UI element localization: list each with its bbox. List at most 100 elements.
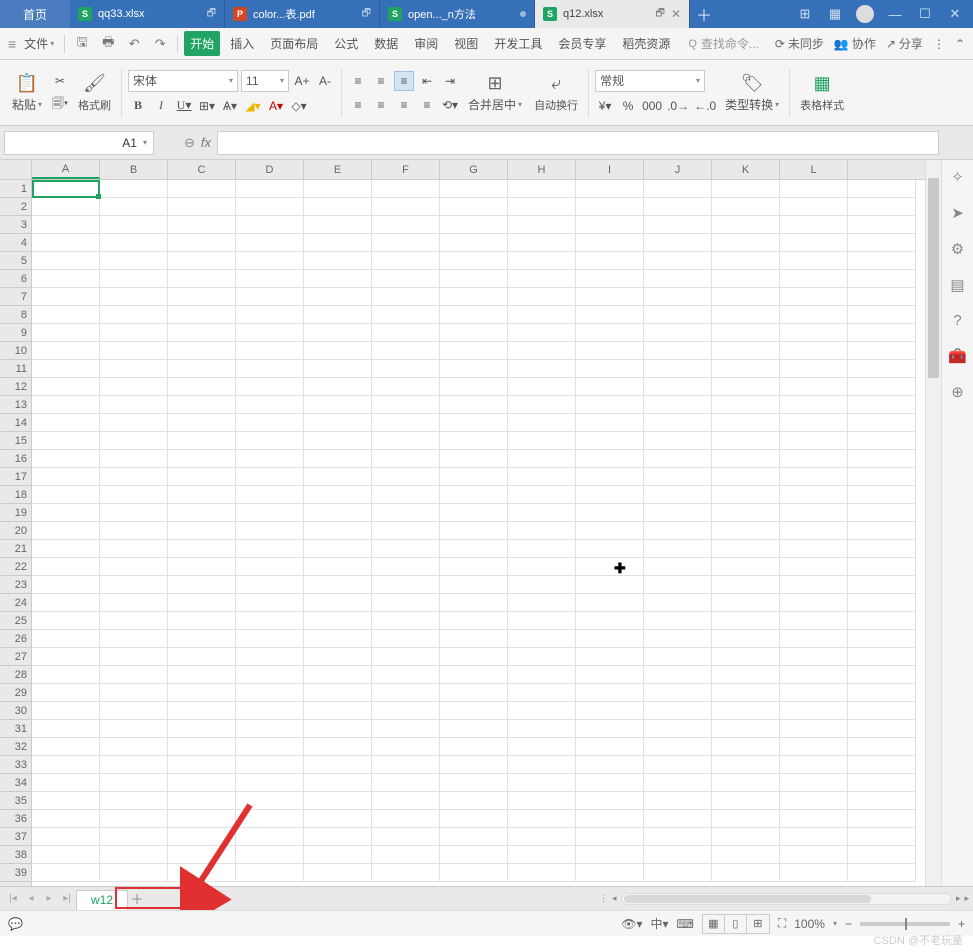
cell[interactable]: [32, 828, 100, 846]
row-header[interactable]: 14: [0, 414, 31, 432]
cell[interactable]: [236, 648, 304, 666]
cell[interactable]: [780, 414, 848, 432]
reading-mode-icon[interactable]: 👁▾: [621, 917, 642, 931]
cell[interactable]: [644, 612, 712, 630]
col-header-L[interactable]: L: [780, 160, 848, 179]
cell[interactable]: [576, 792, 644, 810]
cell[interactable]: [712, 468, 780, 486]
cell[interactable]: [712, 846, 780, 864]
add-sheet-button[interactable]: ＋: [128, 889, 146, 908]
cell[interactable]: [168, 432, 236, 450]
cell[interactable]: [644, 486, 712, 504]
cell[interactable]: [168, 450, 236, 468]
cell[interactable]: [372, 558, 440, 576]
row-header[interactable]: 38: [0, 846, 31, 864]
save-icon[interactable]: 🖫: [71, 33, 93, 55]
percent-icon[interactable]: %: [618, 96, 638, 116]
cell[interactable]: [780, 594, 848, 612]
cell[interactable]: [304, 522, 372, 540]
horizontal-scrollbar[interactable]: ⋮◂ ▸▸: [599, 893, 969, 905]
cell[interactable]: [644, 846, 712, 864]
cell[interactable]: [712, 342, 780, 360]
cell[interactable]: [644, 576, 712, 594]
paste-group[interactable]: 📋 粘贴▾: [8, 72, 46, 113]
cell[interactable]: [168, 738, 236, 756]
cell[interactable]: [508, 216, 576, 234]
cell[interactable]: [304, 306, 372, 324]
cell[interactable]: [32, 774, 100, 792]
zoom-in-button[interactable]: +: [958, 917, 965, 931]
cell[interactable]: [440, 180, 508, 198]
cell[interactable]: [848, 234, 916, 252]
status-chat-icon[interactable]: 💬: [8, 917, 23, 931]
cell[interactable]: [644, 270, 712, 288]
cell[interactable]: [712, 684, 780, 702]
cell[interactable]: [848, 396, 916, 414]
cell[interactable]: [440, 306, 508, 324]
row-header[interactable]: 5: [0, 252, 31, 270]
cell[interactable]: [712, 360, 780, 378]
row-header[interactable]: 30: [0, 702, 31, 720]
cell[interactable]: [712, 666, 780, 684]
cell[interactable]: [576, 756, 644, 774]
cell[interactable]: [576, 828, 644, 846]
cell[interactable]: [32, 648, 100, 666]
cell[interactable]: [644, 630, 712, 648]
cell[interactable]: [576, 234, 644, 252]
cell[interactable]: [236, 324, 304, 342]
cell[interactable]: [508, 360, 576, 378]
cell[interactable]: [236, 270, 304, 288]
cell[interactable]: [304, 846, 372, 864]
cell[interactable]: [168, 468, 236, 486]
cell[interactable]: [780, 846, 848, 864]
cell[interactable]: [168, 414, 236, 432]
row-header[interactable]: 7: [0, 288, 31, 306]
cell[interactable]: [848, 702, 916, 720]
cell[interactable]: [32, 306, 100, 324]
cell[interactable]: [508, 648, 576, 666]
cell[interactable]: [848, 558, 916, 576]
cell[interactable]: [168, 846, 236, 864]
cell[interactable]: [304, 684, 372, 702]
cell[interactable]: [644, 666, 712, 684]
cell[interactable]: [780, 288, 848, 306]
cell[interactable]: [32, 558, 100, 576]
cell[interactable]: [168, 360, 236, 378]
cell[interactable]: [508, 540, 576, 558]
align-top-icon[interactable]: ≡: [348, 71, 368, 91]
undo-icon[interactable]: ↶: [123, 36, 145, 52]
cell[interactable]: [712, 540, 780, 558]
cell[interactable]: [848, 792, 916, 810]
cell[interactable]: [372, 288, 440, 306]
cell[interactable]: [712, 378, 780, 396]
cell[interactable]: [372, 396, 440, 414]
row-header[interactable]: 13: [0, 396, 31, 414]
cell[interactable]: [712, 612, 780, 630]
cell[interactable]: [236, 594, 304, 612]
settings-icon[interactable]: ⚙: [951, 240, 964, 258]
cell[interactable]: [100, 504, 168, 522]
cell[interactable]: [372, 324, 440, 342]
cell[interactable]: [712, 738, 780, 756]
ribbon-tab-view[interactable]: 视图: [448, 31, 484, 56]
cell[interactable]: [848, 756, 916, 774]
cell[interactable]: [372, 738, 440, 756]
cell[interactable]: [168, 540, 236, 558]
cell[interactable]: [644, 234, 712, 252]
col-header-J[interactable]: J: [644, 160, 712, 179]
cell[interactable]: [168, 576, 236, 594]
cell[interactable]: [372, 846, 440, 864]
cell[interactable]: [780, 306, 848, 324]
cell[interactable]: [576, 198, 644, 216]
cell[interactable]: [100, 522, 168, 540]
cell[interactable]: [304, 414, 372, 432]
restore-icon[interactable]: 🗗: [656, 6, 665, 23]
cell[interactable]: [576, 324, 644, 342]
cell[interactable]: [304, 612, 372, 630]
cell[interactable]: [32, 288, 100, 306]
cell[interactable]: [576, 846, 644, 864]
cell[interactable]: [644, 324, 712, 342]
indent-increase-icon[interactable]: ⇥: [440, 71, 460, 91]
cell[interactable]: [712, 558, 780, 576]
cell[interactable]: [508, 666, 576, 684]
